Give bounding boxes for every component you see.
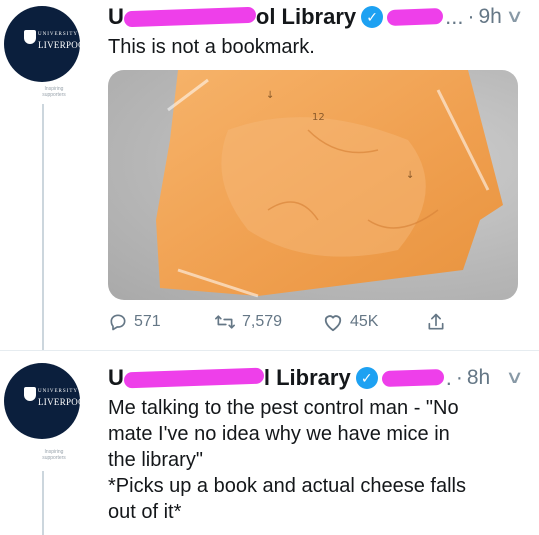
author-name-start[interactable]: U: [108, 4, 124, 30]
share-button[interactable]: [426, 312, 452, 332]
reply-count: 571: [134, 313, 161, 330]
separator: ·: [455, 366, 463, 389]
like-count: 45K: [350, 313, 379, 330]
author-name-end[interactable]: ol Library: [256, 4, 356, 30]
tweet-text-line: the library": [108, 449, 203, 471]
tweet-text: Me talking to the pest control man - "No…: [108, 395, 518, 525]
tweet-text-line: mate I've no idea why we have mice in: [108, 423, 450, 445]
timestamp[interactable]: 9h: [478, 5, 501, 29]
retweet-button[interactable]: 7,579: [214, 312, 282, 332]
like-button[interactable]: 45K: [322, 312, 378, 332]
redaction-mark: [381, 368, 444, 388]
tweet-text-line: out of it*: [108, 501, 182, 523]
tweet[interactable]: UNIVERSITY OFLIVERPOOL Inspiring support…: [0, 0, 539, 350]
tweet-actions: 571 7,579 45K: [108, 312, 518, 338]
thread-line: [42, 104, 44, 350]
redaction-mark: [123, 6, 257, 28]
chevron-down-icon[interactable]: ∨: [505, 6, 523, 27]
redaction-mark: [386, 8, 444, 26]
university-logo: UNIVERSITY OFLIVERPOOL: [38, 32, 80, 50]
tweet-text-line: *Picks up a book and actual cheese falls: [108, 475, 466, 497]
tweet-header: U l Library ✓ . · 8h: [108, 365, 490, 391]
crest-icon: [24, 387, 36, 401]
cheese-bag-illustration: ↓ 12 ↓: [156, 70, 503, 298]
avatar[interactable]: UNIVERSITY OFLIVERPOOL: [4, 6, 80, 82]
tweet-text: This is not a bookmark.: [108, 36, 315, 58]
chevron-down-icon[interactable]: ∨: [505, 367, 523, 388]
redaction-mark: [123, 367, 265, 389]
avatar[interactable]: UNIVERSITY OFLIVERPOOL: [4, 363, 80, 439]
svg-text:12: 12: [312, 112, 325, 123]
tweet[interactable]: UNIVERSITY OFLIVERPOOL Inspiring support…: [0, 350, 539, 535]
author-name-start[interactable]: U: [108, 365, 124, 391]
timestamp[interactable]: 8h: [467, 366, 490, 390]
crest-icon: [24, 30, 36, 44]
svg-text:↓: ↓: [406, 170, 414, 181]
retweet-count: 7,579: [242, 313, 283, 330]
tweet-image[interactable]: ↓ 12 ↓: [108, 70, 518, 300]
share-icon: [428, 313, 444, 330]
university-logo: UNIVERSITY OFLIVERPOOL: [38, 389, 80, 407]
svg-text:↓: ↓: [266, 90, 274, 101]
avatar-caption: Inspiring supporters: [42, 449, 66, 461]
tweet-header: U ol Library ✓ ... · 9h: [108, 4, 502, 30]
avatar-caption: Inspiring supporters: [42, 86, 66, 98]
retweet-icon: [214, 315, 235, 329]
verified-badge-icon: ✓: [361, 6, 384, 28]
author-name-end[interactable]: l Library: [264, 365, 351, 391]
reply-icon: [110, 314, 126, 331]
tweet-text-line: Me talking to the pest control man - "No: [108, 397, 459, 419]
separator: ·: [467, 5, 475, 28]
heart-icon: [324, 315, 342, 332]
handle-tail: .: [445, 365, 452, 390]
handle-tail: ...: [445, 4, 464, 29]
reply-button[interactable]: 571: [108, 312, 161, 332]
verified-badge-icon: ✓: [355, 367, 378, 389]
thread-line: [42, 471, 44, 535]
